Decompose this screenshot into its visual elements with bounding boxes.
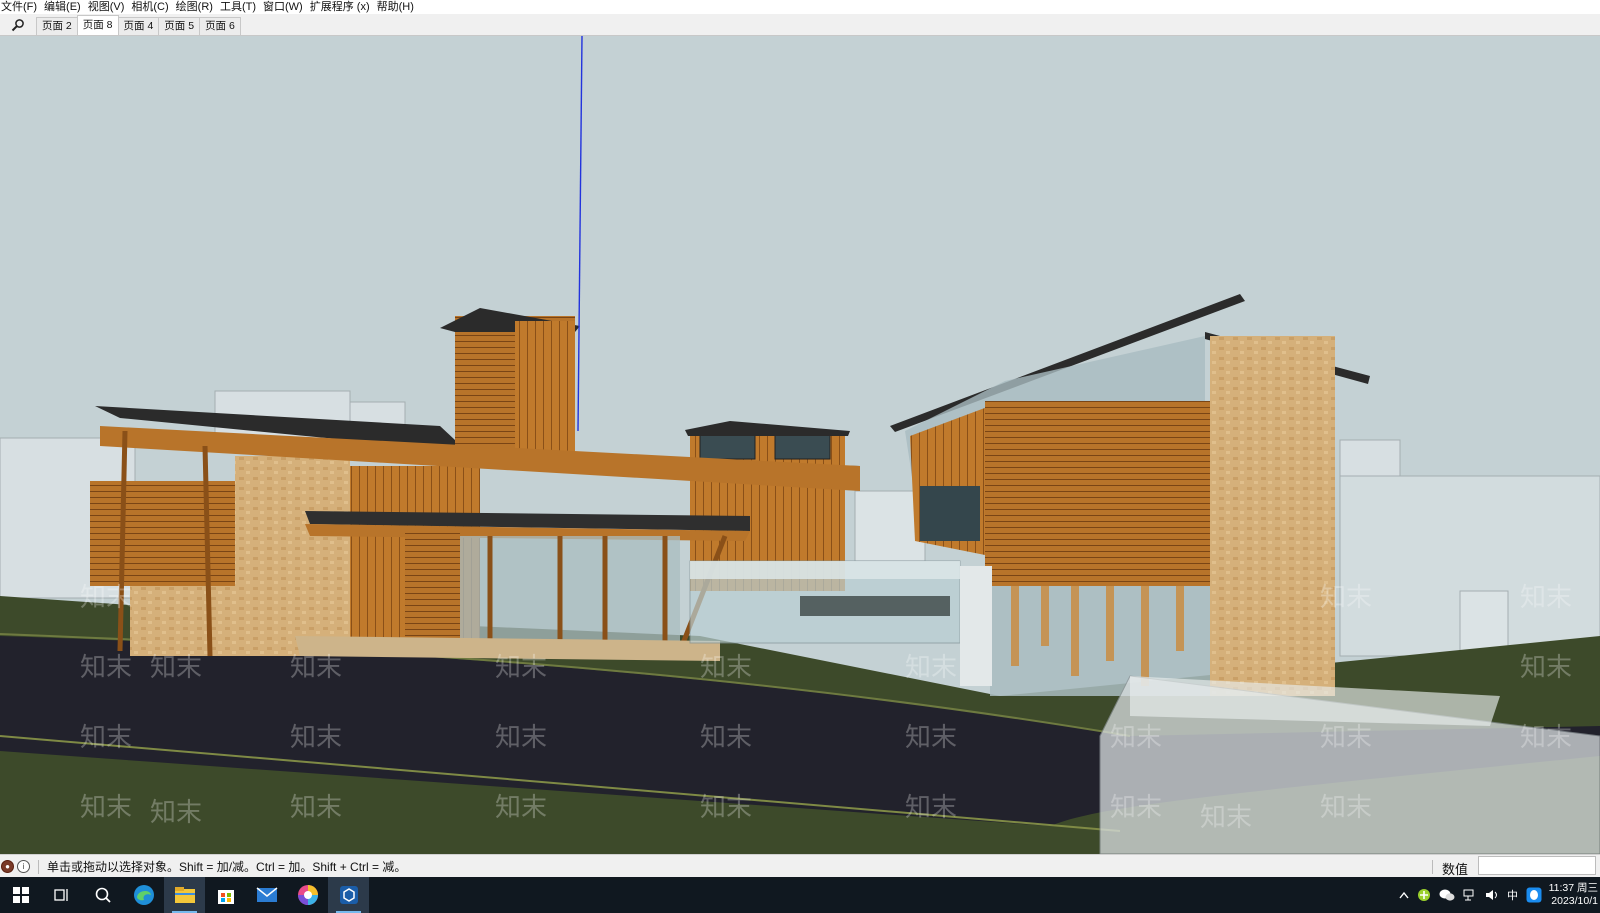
svg-text:知末: 知末 bbox=[1520, 723, 1572, 753]
color-app-icon[interactable] bbox=[287, 877, 328, 913]
svg-text:知末: 知末 bbox=[1320, 723, 1372, 753]
menu-file[interactable]: 文件(F) bbox=[0, 1, 44, 13]
mail-icon[interactable] bbox=[246, 877, 287, 913]
ime-indicator[interactable]: 中 bbox=[1507, 887, 1518, 903]
chevron-up-icon[interactable] bbox=[1399, 891, 1409, 899]
svg-text:知末: 知末 bbox=[1110, 793, 1162, 823]
measurements-input[interactable] bbox=[1478, 856, 1596, 875]
svg-text:知末: 知末 bbox=[80, 723, 132, 753]
model-render: 知末 知末 知末 知末 知末 知末 知末 知末 知末 知末 知末 知末 知末 知… bbox=[0, 36, 1600, 854]
svg-text:知末: 知末 bbox=[150, 653, 202, 683]
svg-text:知末: 知末 bbox=[80, 793, 132, 823]
svg-text:知末: 知末 bbox=[290, 723, 342, 753]
menu-view[interactable]: 视图(V) bbox=[88, 1, 132, 13]
svg-text:知末: 知末 bbox=[1520, 583, 1572, 613]
geolocation-icon[interactable]: ● bbox=[1, 860, 14, 873]
blue-axis bbox=[577, 36, 583, 432]
svg-text:知末: 知末 bbox=[495, 653, 547, 683]
store-icon[interactable] bbox=[205, 877, 246, 913]
svg-text:知末: 知末 bbox=[495, 723, 547, 753]
svg-text:知末: 知末 bbox=[80, 653, 132, 683]
measurements-label: 数值 bbox=[1442, 862, 1469, 877]
svg-text:知末: 知末 bbox=[1320, 793, 1372, 823]
tab-page-4[interactable]: 页面 4 bbox=[117, 17, 160, 35]
tab-page-2[interactable]: 页面 2 bbox=[36, 17, 78, 35]
scene-tab-bar: 页面 2 页面 8 页面 4 页面 5 页面 6 bbox=[0, 14, 1600, 36]
tab-page-5[interactable]: 页面 5 bbox=[158, 17, 201, 35]
clock-date: 2023/10/1 bbox=[1551, 895, 1598, 907]
task-view-icon[interactable] bbox=[41, 877, 82, 913]
clock-time: 11:37 周三 bbox=[1548, 882, 1598, 894]
svg-text:知末: 知末 bbox=[1110, 723, 1162, 753]
svg-text:知末: 知末 bbox=[700, 653, 752, 683]
system-tray: 中 11:37 周三 2023/10/1 bbox=[1395, 877, 1600, 913]
svg-text:知末: 知末 bbox=[1320, 583, 1372, 613]
green-app-icon[interactable] bbox=[1417, 888, 1431, 902]
menu-edit[interactable]: 编辑(E) bbox=[44, 1, 88, 13]
vcb-divider bbox=[1432, 860, 1433, 874]
clock[interactable]: 11:37 周三 2023/10/1 bbox=[1546, 882, 1598, 908]
svg-text:知末: 知末 bbox=[290, 793, 342, 823]
menu-draw[interactable]: 绘图(R) bbox=[176, 1, 220, 13]
volume-icon[interactable] bbox=[1485, 889, 1499, 901]
tab-page-6[interactable]: 页面 6 bbox=[199, 17, 241, 35]
menu-bar: 文件(F) 编辑(E) 视图(V) 相机(C) 绘图(R) 工具(T) 窗口(W… bbox=[0, 0, 1600, 14]
svg-text:知末: 知末 bbox=[700, 723, 752, 753]
menu-window[interactable]: 窗口(W) bbox=[263, 1, 310, 13]
search-icon[interactable] bbox=[0, 15, 36, 35]
search-app-icon[interactable] bbox=[82, 877, 123, 913]
tab-page-8[interactable]: 页面 8 bbox=[76, 15, 119, 35]
right-building bbox=[890, 294, 1370, 696]
svg-text:知末: 知末 bbox=[150, 798, 202, 828]
svg-text:知末: 知末 bbox=[80, 583, 132, 613]
menu-camera[interactable]: 相机(C) bbox=[131, 1, 175, 13]
model-viewport[interactable]: 知末 知末 知末 知末 知末 知末 知末 知末 知末 知末 知末 知末 知末 知… bbox=[0, 36, 1600, 854]
svg-text:知末: 知末 bbox=[290, 653, 342, 683]
menu-extensions[interactable]: 扩展程序 (x) bbox=[310, 1, 377, 13]
start-icon[interactable] bbox=[0, 877, 41, 913]
file-explorer-icon[interactable] bbox=[164, 877, 205, 913]
info-icon[interactable]: i bbox=[17, 860, 30, 873]
windows-taskbar: 中 11:37 周三 2023/10/1 bbox=[0, 877, 1600, 913]
status-bar: ● i 单击或拖动以选择对象。Shift = 加/减。Ctrl = 加。Shif… bbox=[0, 854, 1600, 878]
svg-text:知末: 知末 bbox=[495, 793, 547, 823]
network-icon[interactable] bbox=[1463, 889, 1477, 901]
status-divider bbox=[38, 859, 39, 874]
svg-text:知末: 知末 bbox=[905, 723, 957, 753]
glass-bridge bbox=[689, 560, 961, 644]
svg-text:知末: 知末 bbox=[1200, 803, 1252, 833]
svg-text:知末: 知末 bbox=[905, 653, 957, 683]
wechat-icon[interactable] bbox=[1439, 888, 1455, 902]
menu-help[interactable]: 帮助(H) bbox=[377, 1, 421, 13]
svg-text:知末: 知末 bbox=[700, 793, 752, 823]
edge-icon[interactable] bbox=[123, 877, 164, 913]
qq-icon[interactable] bbox=[1526, 887, 1542, 903]
svg-text:知末: 知末 bbox=[1520, 653, 1572, 683]
svg-text:知末: 知末 bbox=[905, 793, 957, 823]
status-hint: 单击或拖动以选择对象。Shift = 加/减。Ctrl = 加。Shift + … bbox=[47, 860, 407, 874]
menu-tools[interactable]: 工具(T) bbox=[220, 1, 263, 13]
sketchup-icon[interactable] bbox=[328, 877, 369, 913]
